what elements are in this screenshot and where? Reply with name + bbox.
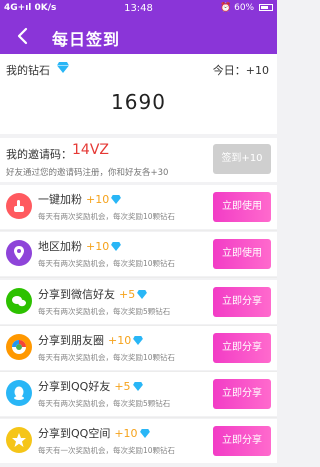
diamond-balance-card: 我的钻石 今日：+10 1690 [0, 54, 277, 134]
status-bar: 4G+ıl 0K/s 13:48 ⏰ 60% [0, 0, 277, 18]
task-desc: 每天有两次奖励机会，每次奖励5颗钻石 [38, 307, 171, 316]
task-points: +5 [119, 288, 136, 301]
battery-percent: 60% [234, 3, 255, 13]
task-desc: 每天有两次奖励机会，每次奖励10颗钻石 [38, 259, 176, 268]
invite-section: 我的邀请码： 14VZ 好友通过您的邀请码注册，你和好友各+30 签到+10 [0, 138, 277, 182]
back-button[interactable] [12, 25, 34, 47]
diamond-icon [132, 382, 143, 391]
task-name: 一键加粉 [38, 193, 82, 206]
invite-label: 我的邀请码： [6, 148, 72, 161]
task-action-button[interactable]: 立即使用 [213, 192, 271, 222]
today-earned: 今日：+10 [212, 64, 269, 77]
battery-status: ⏰ 60% [220, 3, 273, 13]
task-name: 地区加粉 [38, 240, 82, 253]
task-row: 分享到微信好友 +5 每天有两次奖励机会，每次奖励5颗钻石 立即分享 [0, 280, 277, 324]
task-icon [6, 193, 32, 219]
task-title: 地区加粉 +10 [38, 238, 122, 254]
task-desc: 每天有一次奖励机会，每次奖励10颗钻石 [38, 446, 176, 455]
task-name: 分享到QQ好友 [38, 380, 111, 393]
qq-icon [14, 386, 24, 400]
task-action-button[interactable]: 立即分享 [213, 426, 271, 456]
invite-hint: 好友通过您的邀请码注册，你和好友各+30 [6, 168, 169, 178]
task-points: +10 [86, 193, 110, 206]
task-name: 分享到朋友圈 [38, 334, 104, 347]
task-desc: 每天有两次奖励机会，每次奖励5颗钻石 [38, 399, 171, 408]
page-title: 每日签到 [52, 30, 121, 49]
diamond-icon [111, 195, 122, 204]
task-row: 分享到QQ空间 +10 每天有一次奖励机会，每次奖励10颗钻石 立即分享 [0, 419, 277, 463]
task-points: +10 [86, 240, 110, 253]
task-title: 一键加粉 +10 [38, 191, 122, 207]
task-row: 分享到QQ好友 +5 每天有两次奖励机会，每次奖励5颗钻石 立即分享 [0, 372, 277, 416]
diamond-icon [137, 290, 148, 299]
task-name: 分享到QQ空间 [38, 427, 111, 440]
task-icon [6, 240, 32, 266]
diamond-icon [139, 429, 150, 438]
task-desc: 每天有两次奖励机会，每次奖励10颗钻石 [38, 353, 176, 362]
diamond-icon [111, 242, 122, 251]
task-title: 分享到QQ空间 +10 [38, 425, 150, 441]
task-icon [6, 288, 32, 314]
checkin-button[interactable]: 签到+10 [213, 144, 271, 174]
task-row: 分享到朋友圈 +10 每天有两次奖励机会，每次奖励10颗钻石 立即分享 [0, 326, 277, 370]
alarm-icon: ⏰ [220, 3, 232, 13]
diamond-icon [133, 336, 144, 345]
task-title: 分享到朋友圈 +10 [38, 332, 144, 348]
balance-value: 1690 [111, 90, 166, 114]
task-title: 分享到QQ好友 +5 [38, 378, 143, 394]
task-row: 地区加粉 +10 每天有两次奖励机会，每次奖励10颗钻石 立即使用 [0, 232, 277, 276]
task-row: 一键加粉 +10 每天有两次奖励机会，每次奖励10颗钻石 立即使用 [0, 185, 277, 229]
task-action-button[interactable]: 立即分享 [213, 333, 271, 363]
battery-icon [259, 4, 273, 11]
divider [0, 277, 277, 278]
task-icon [6, 427, 32, 453]
wechat-icon [12, 296, 26, 307]
task-desc: 每天有两次奖励机会，每次奖励10颗钻石 [38, 212, 176, 221]
task-action-button[interactable]: 立即分享 [213, 379, 271, 409]
location-pin-icon [14, 246, 24, 260]
chevron-left-icon [17, 27, 28, 45]
moments-icon [12, 340, 26, 354]
task-action-button[interactable]: 立即分享 [213, 287, 271, 317]
task-title: 分享到微信好友 +5 [38, 286, 148, 302]
task-icon [6, 334, 32, 360]
divider [0, 230, 277, 231]
task-points: +5 [114, 380, 131, 393]
invite-code: 14VZ [72, 142, 109, 158]
divider [0, 417, 277, 418]
task-name: 分享到微信好友 [38, 288, 115, 301]
hand-icon [14, 200, 24, 212]
balance-label: 我的钻石 [6, 64, 50, 77]
nav-bar: 每日签到 [0, 18, 277, 54]
task-points: +10 [114, 427, 138, 440]
qzone-star-icon [12, 433, 26, 447]
task-action-button[interactable]: 立即使用 [213, 239, 271, 269]
task-points: +10 [108, 334, 132, 347]
diamond-icon [57, 62, 69, 73]
task-icon [6, 380, 32, 406]
